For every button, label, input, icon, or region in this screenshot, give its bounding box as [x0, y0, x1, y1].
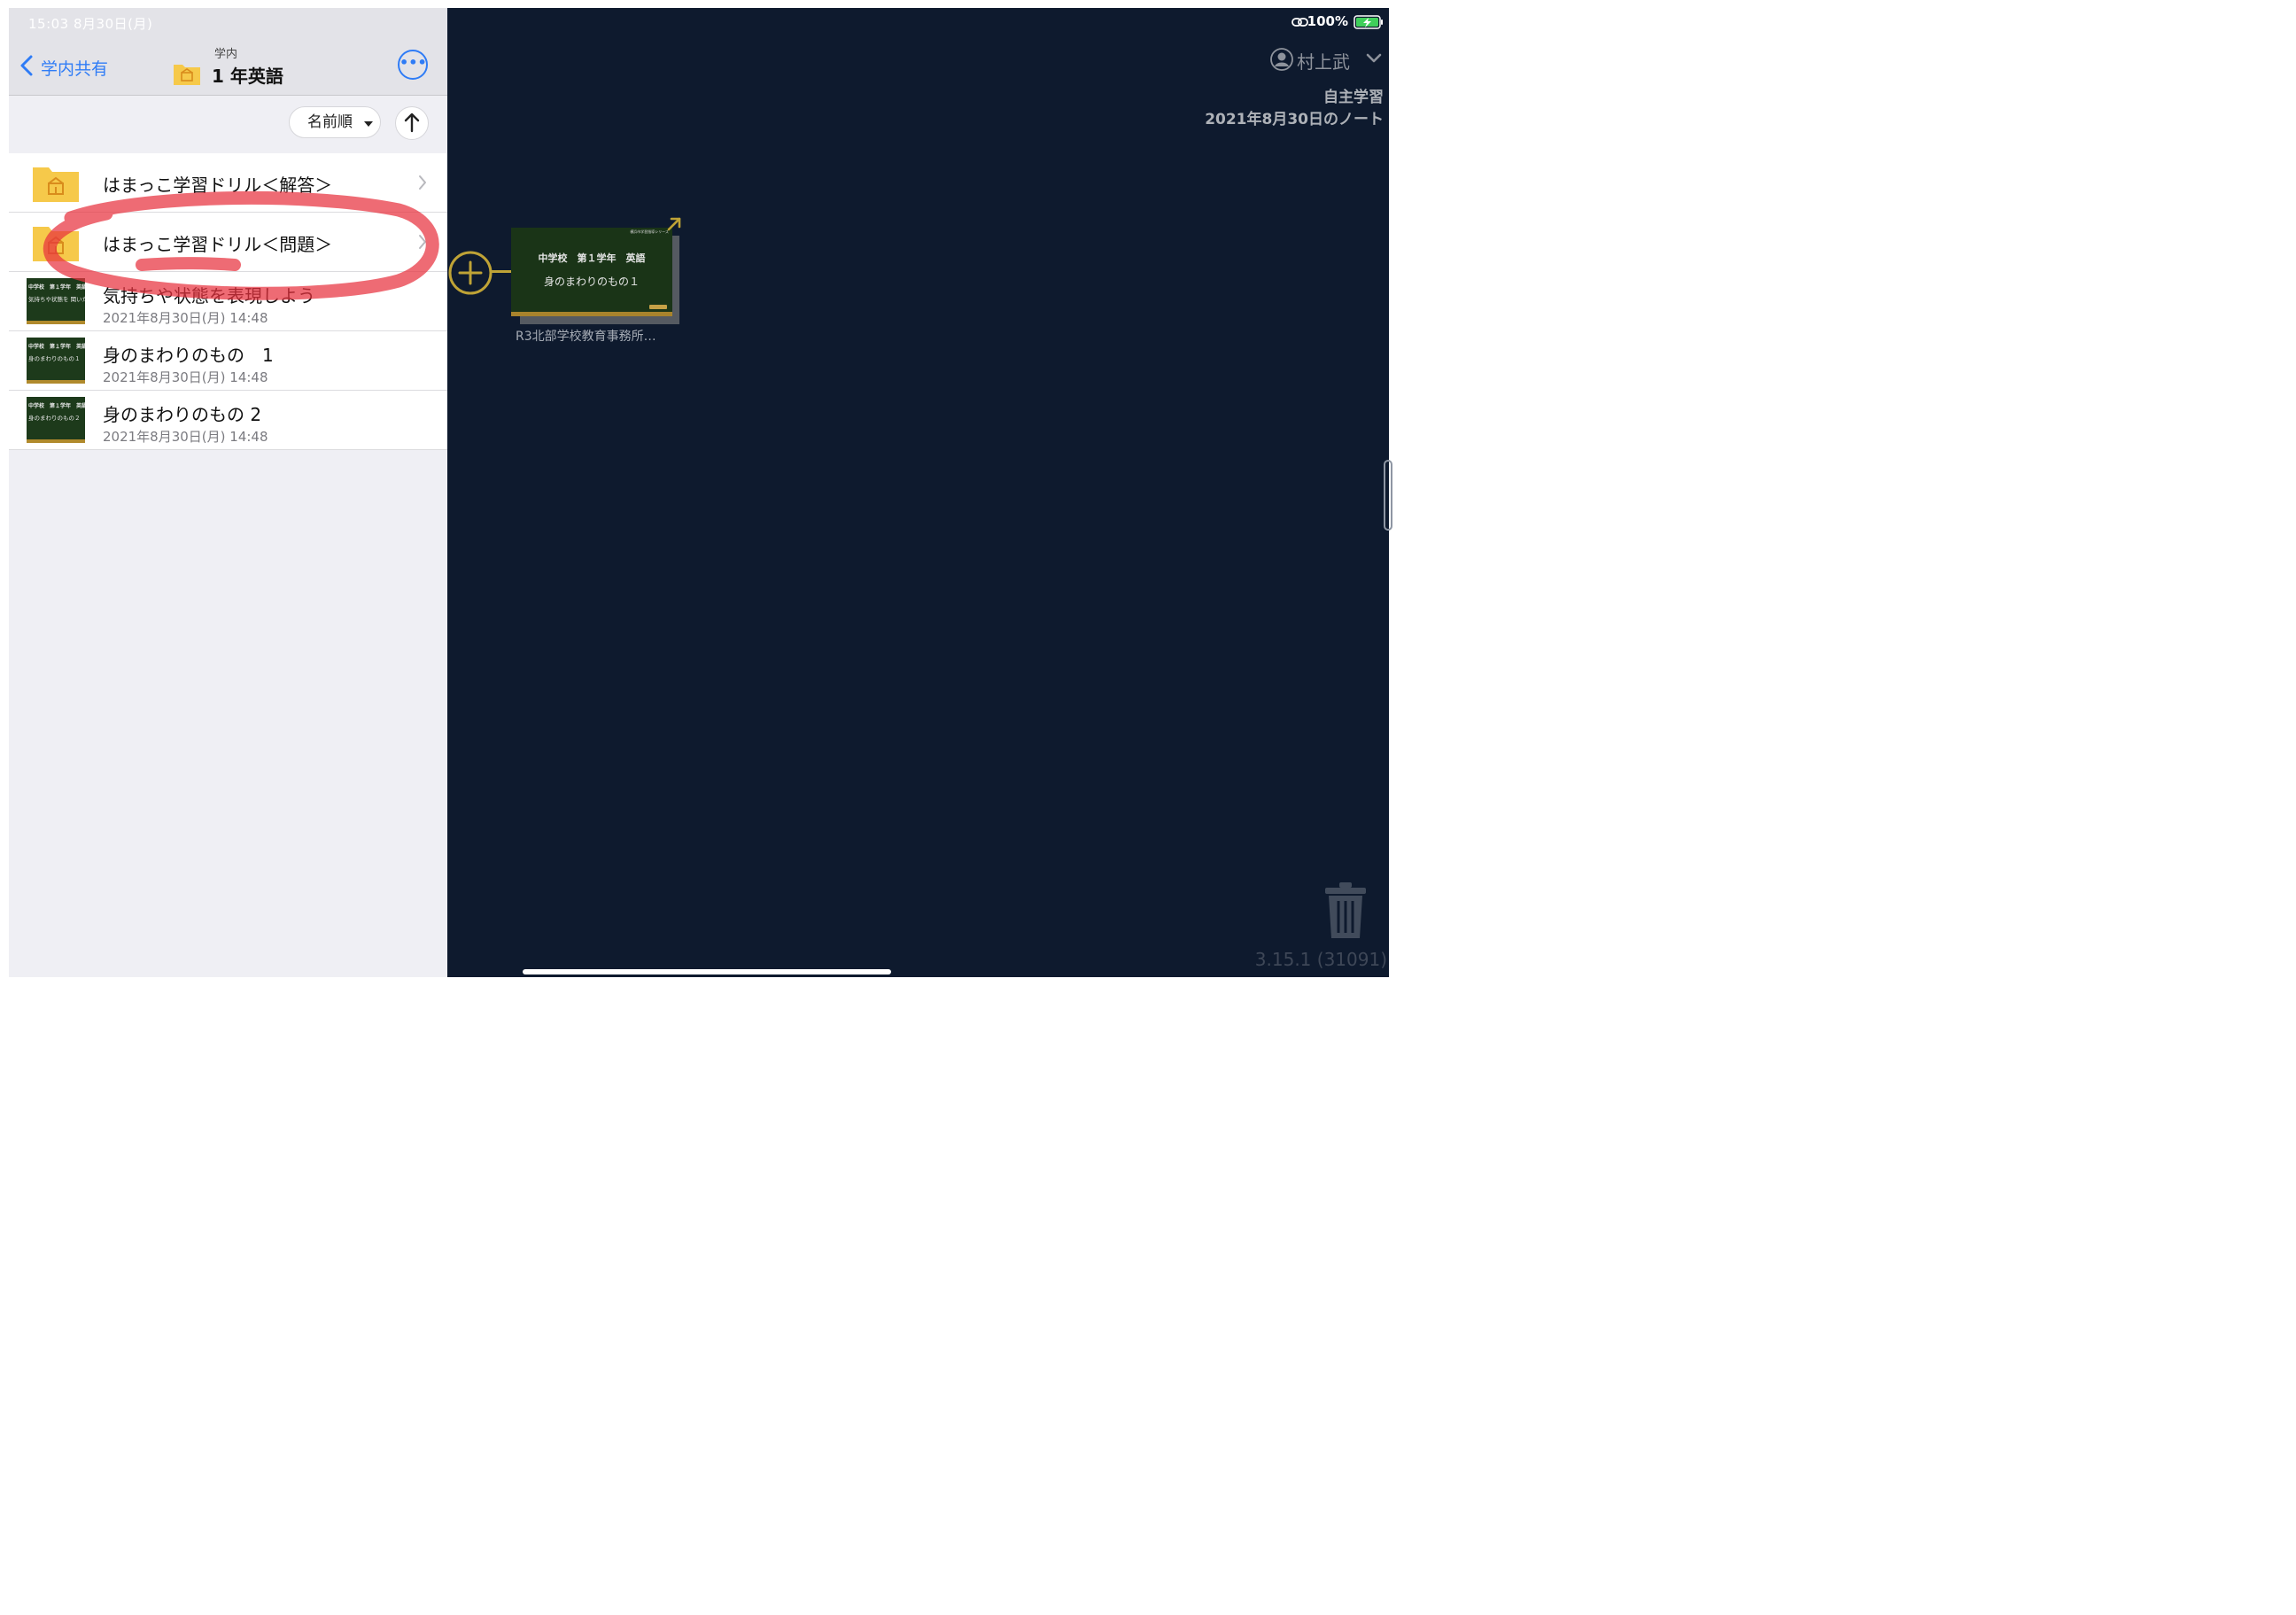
- file-list: はまっこ学習ドリル＜解答＞ はまっこ学習ドリル＜問題＞ 中学校 第１学年 英語 …: [9, 153, 447, 450]
- user-name: 村上武: [1297, 51, 1350, 73]
- note-canvas[interactable]: 100% 村上武 自主学習 2021年8月30日のノート 横浜市学習指導シリーズ…: [447, 8, 1392, 977]
- status-indicators: 100%: [1268, 13, 1384, 31]
- sort-order-label: 名前順: [307, 113, 353, 131]
- battery-percent: 100%: [1307, 13, 1348, 29]
- note-thumbnail: 中学校 第１学年 英語 気持ちや状態を 聞いたり伝えたりしよう: [27, 278, 85, 324]
- shared-folder-icon: [33, 167, 79, 202]
- page-title: 1 年英語: [212, 66, 283, 87]
- card-heading: 中学校 第１学年 英語: [538, 252, 646, 264]
- note-thumbnail: 中学校 第１学年 英語 身のまわりのもの１: [27, 338, 85, 384]
- app-version: 3.15.1 (31091): [1254, 949, 1387, 970]
- card-title: 身のまわりのもの１: [543, 276, 640, 288]
- card-series-label: 横浜市学習指導シリーズ: [630, 229, 669, 234]
- back-button-label: 学内共有: [41, 59, 109, 79]
- note-card[interactable]: 横浜市学習指導シリーズ 中学校 第１学年 英語 身のまわりのもの１: [511, 228, 672, 316]
- list-item-note[interactable]: 中学校 第１学年 英語 気持ちや状態を 聞いたり伝えたりしよう 気持ちや状態を表…: [9, 272, 447, 331]
- caret-down-icon: [364, 121, 373, 127]
- nav-subtitle: 学内: [214, 48, 238, 61]
- list-item-folder[interactable]: はまっこ学習ドリル＜問題＞: [9, 213, 447, 272]
- thumbnail-heading: 中学校 第１学年 英語: [28, 284, 85, 291]
- more-options-button[interactable]: •••: [398, 50, 428, 80]
- open-arrow-icon[interactable]: [665, 215, 683, 233]
- item-date: 2021年8月30日(月) 14:48: [103, 429, 268, 445]
- chevron-left-icon: [20, 55, 33, 76]
- trash-icon[interactable]: [1323, 881, 1368, 940]
- thumbnail-text: 気持ちや状態を 聞いたり伝えたりしよう: [28, 296, 85, 303]
- user-menu-button[interactable]: 村上武: [1258, 46, 1382, 73]
- item-name: 身のまわりのもの 2: [103, 404, 262, 425]
- chevron-right-icon: [419, 175, 426, 190]
- thumbnail-text: 身のまわりのもの１: [28, 355, 81, 362]
- list-item-folder[interactable]: はまっこ学習ドリル＜解答＞: [9, 153, 447, 213]
- card-connector: [490, 270, 511, 273]
- chevron-right-icon: [419, 235, 426, 249]
- shared-folder-icon: [174, 65, 200, 85]
- thumbnail-text: 身のまわりのもの２: [28, 415, 81, 422]
- sort-bar: 名前順: [9, 96, 447, 154]
- ellipsis-icon: •••: [399, 54, 427, 71]
- context-note-title: 2021年8月30日のノート: [1205, 111, 1384, 128]
- battery-charging-icon: [1354, 15, 1383, 29]
- arrow-up-icon: [404, 113, 420, 133]
- side-drawer-handle[interactable]: [1384, 460, 1392, 531]
- item-date: 2021年8月30日(月) 14:48: [103, 310, 268, 326]
- shared-folder-icon: [33, 227, 79, 261]
- home-indicator: [523, 969, 891, 974]
- status-time: 15:03 8月30日(月): [28, 16, 153, 32]
- item-name: 身のまわりのもの 1: [103, 345, 274, 366]
- thumbnail-heading: 中学校 第１学年 英語: [28, 403, 85, 409]
- thumbnail-heading: 中学校 第１学年 英語: [28, 344, 85, 350]
- list-item-note[interactable]: 中学校 第１学年 英語 身のまわりのもの２ 身のまわりのもの 2 2021年8月…: [9, 391, 447, 450]
- file-browser-panel: 15:03 8月30日(月) 学内共有 学内 1 年英語 ••• 名前順 はまっ…: [9, 8, 447, 977]
- item-name: はまっこ学習ドリル＜解答＞: [103, 175, 333, 196]
- sort-order-dropdown[interactable]: 名前順: [289, 106, 381, 138]
- add-card-button[interactable]: [447, 250, 493, 296]
- chalk-tray: [649, 305, 667, 309]
- chevron-down-icon: [1366, 53, 1382, 63]
- item-date: 2021年8月30日(月) 14:48: [103, 369, 268, 385]
- item-name: 気持ちや状態を表現しよう: [103, 285, 315, 307]
- list-item-note[interactable]: 中学校 第１学年 英語 身のまわりのもの１ 身のまわりのもの 1 2021年8月…: [9, 331, 447, 391]
- user-avatar-icon: [1270, 48, 1293, 71]
- item-name: はまっこ学習ドリル＜問題＞: [103, 234, 333, 255]
- note-thumbnail: 中学校 第１学年 英語 身のまわりのもの２: [27, 397, 85, 443]
- navigation-bar: 15:03 8月30日(月) 学内共有 学内 1 年英語 •••: [9, 8, 447, 96]
- card-caption: R3北部学校教育事務所…: [516, 330, 656, 344]
- sort-direction-button[interactable]: [395, 106, 429, 140]
- context-mode: 自主学習: [1323, 89, 1384, 106]
